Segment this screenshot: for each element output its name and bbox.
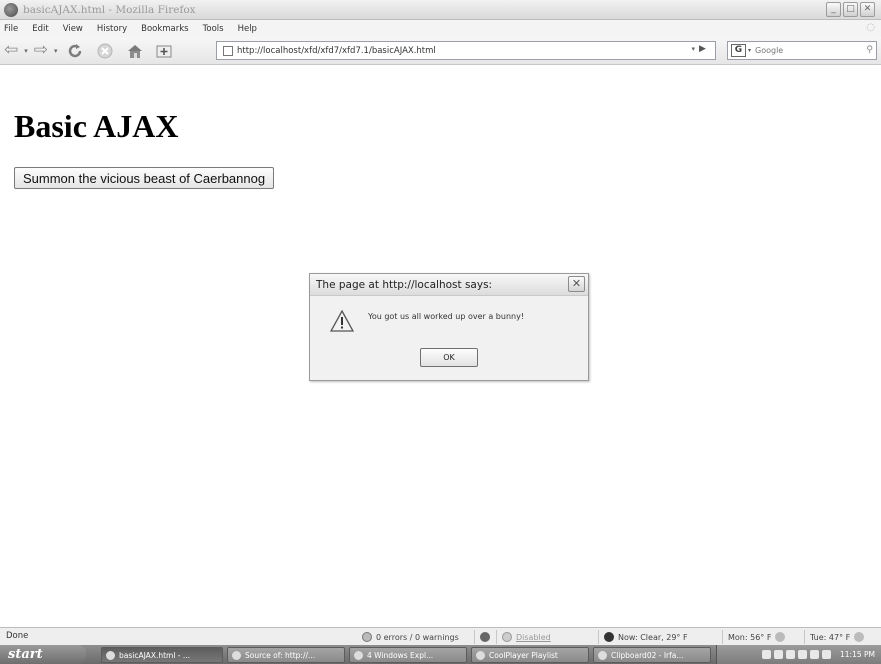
menu-history[interactable]: History bbox=[97, 24, 127, 34]
forecast-tue-text: Tue: 47° F bbox=[810, 632, 851, 642]
firefox-icon bbox=[232, 650, 241, 660]
addon-status[interactable]: Disabled bbox=[496, 630, 598, 644]
menu-bookmarks[interactable]: Bookmarks bbox=[141, 24, 189, 34]
taskbar-item-source[interactable]: Source of: http://... bbox=[227, 647, 345, 663]
forecast-tue[interactable]: Tue: 47° F bbox=[804, 630, 881, 644]
google-engine-icon[interactable]: G bbox=[731, 44, 746, 57]
weather-moon-icon bbox=[604, 632, 614, 642]
tool-icon bbox=[480, 632, 490, 642]
taskbar-item-coolplayer[interactable]: CoolPlayer Playlist bbox=[471, 647, 589, 663]
forecast-mon-text: Mon: 56° F bbox=[728, 632, 772, 642]
forward-dropdown-icon[interactable]: ▾ bbox=[54, 47, 58, 55]
url-history-dropdown-icon[interactable]: ▾ bbox=[691, 45, 695, 53]
cloud-icon bbox=[775, 632, 786, 642]
minimize-button[interactable]: _ bbox=[826, 2, 841, 17]
alert-body: You got us all worked up over a bunny! O… bbox=[310, 296, 588, 381]
title-bar: basicAJAX.html - Mozilla Firefox _ □ ✕ bbox=[0, 0, 881, 20]
summon-beast-button[interactable]: Summon the vicious beast of Caerbannog bbox=[14, 167, 275, 189]
alert-dialog: The page at http://localhost says: ✕ You… bbox=[309, 273, 589, 381]
status-tool-icon[interactable] bbox=[474, 630, 496, 644]
gear-icon bbox=[502, 632, 512, 642]
menu-tools[interactable]: Tools bbox=[203, 24, 224, 34]
new-tab-icon[interactable] bbox=[154, 41, 176, 61]
alert-close-button[interactable]: ✕ bbox=[568, 276, 585, 292]
tray-icon[interactable] bbox=[810, 650, 819, 659]
player-icon bbox=[476, 650, 485, 660]
task-label: Clipboard02 - Irfa... bbox=[611, 650, 684, 660]
navigation-toolbar: ⇦ ▾ ⇨ ▾ http://localhost/xfd/xfd7/xfd7.1… bbox=[0, 37, 881, 65]
error-console-status[interactable]: 0 errors / 0 warnings bbox=[357, 630, 473, 644]
status-text: Done bbox=[6, 631, 29, 641]
window-controls: _ □ ✕ bbox=[826, 2, 875, 17]
firefox-icon bbox=[4, 2, 18, 17]
stop-icon[interactable] bbox=[94, 41, 116, 61]
forecast-mon[interactable]: Mon: 56° F bbox=[722, 630, 804, 644]
maximize-button[interactable]: □ bbox=[843, 2, 858, 17]
alert-message: You got us all worked up over a bunny! bbox=[368, 312, 525, 321]
task-label: Source of: http://... bbox=[245, 650, 316, 660]
taskbar-item-explorer[interactable]: 4 Windows Expl... bbox=[349, 647, 467, 663]
tray-icon[interactable] bbox=[798, 650, 807, 659]
page-heading: Basic AJAX bbox=[14, 108, 179, 144]
tray-icon[interactable] bbox=[762, 650, 771, 659]
start-label: start bbox=[8, 647, 43, 662]
tray-icon[interactable] bbox=[786, 650, 795, 659]
forward-arrow-icon[interactable]: ⇨ bbox=[34, 42, 48, 59]
warning-icon bbox=[330, 310, 354, 332]
menu-bar: File Edit View History Bookmarks Tools H… bbox=[0, 20, 881, 37]
address-bar[interactable]: http://localhost/xfd/xfd7/xfd7.1/basicAJ… bbox=[216, 41, 716, 60]
weather-now-text: Now: Clear, 29° F bbox=[618, 632, 688, 642]
cloud-icon bbox=[854, 632, 865, 642]
url-text[interactable]: http://localhost/xfd/xfd7/xfd7.1/basicAJ… bbox=[237, 46, 436, 56]
clock: 11:15 PM bbox=[840, 650, 875, 659]
ok-button[interactable]: OK bbox=[420, 348, 478, 367]
taskbar: start basicAJAX.html - ... Source of: ht… bbox=[0, 645, 881, 664]
status-bar: Done 0 errors / 0 warnings Disabled Now:… bbox=[0, 627, 881, 645]
close-window-button[interactable]: ✕ bbox=[860, 2, 875, 17]
check-icon bbox=[362, 632, 372, 642]
search-bar[interactable]: G ▾ ⚲ bbox=[727, 41, 877, 60]
alert-titlebar: The page at http://localhost says: ✕ bbox=[310, 274, 588, 296]
volume-icon[interactable] bbox=[822, 650, 831, 659]
page-favicon-icon bbox=[223, 45, 233, 56]
taskbar-item-irfanview[interactable]: Clipboard02 - Irfa... bbox=[593, 647, 711, 663]
throbber-icon: ◌ bbox=[866, 22, 875, 33]
alert-title: The page at http://localhost says: bbox=[316, 278, 493, 291]
engine-dropdown-icon[interactable]: ▾ bbox=[748, 47, 751, 54]
disabled-label: Disabled bbox=[516, 632, 551, 642]
irfanview-icon bbox=[598, 650, 607, 660]
taskbar-item-firefox[interactable]: basicAJAX.html - ... bbox=[101, 647, 223, 663]
reload-icon[interactable] bbox=[64, 41, 86, 61]
back-arrow-icon[interactable]: ⇦ bbox=[4, 42, 18, 59]
window-title: basicAJAX.html - Mozilla Firefox bbox=[23, 3, 196, 16]
menu-edit[interactable]: Edit bbox=[32, 24, 48, 34]
go-arrow-icon[interactable]: ▶ bbox=[699, 44, 713, 57]
task-label: 4 Windows Expl... bbox=[367, 650, 434, 660]
menu-view[interactable]: View bbox=[63, 24, 83, 34]
back-dropdown-icon[interactable]: ▾ bbox=[24, 47, 28, 55]
weather-now[interactable]: Now: Clear, 29° F bbox=[598, 630, 722, 644]
search-input[interactable] bbox=[755, 46, 856, 55]
folder-icon bbox=[354, 650, 363, 660]
task-label: basicAJAX.html - ... bbox=[119, 650, 191, 660]
firefox-icon bbox=[106, 650, 115, 660]
tray-icon[interactable] bbox=[774, 650, 783, 659]
system-tray: 11:15 PM bbox=[716, 645, 881, 664]
home-icon[interactable] bbox=[124, 41, 146, 61]
task-label: CoolPlayer Playlist bbox=[489, 650, 558, 660]
errors-count: 0 errors / 0 warnings bbox=[376, 632, 459, 642]
search-icon[interactable]: ⚲ bbox=[866, 45, 873, 55]
start-button[interactable]: start bbox=[0, 645, 86, 664]
menu-file[interactable]: File bbox=[4, 24, 18, 34]
menu-help[interactable]: Help bbox=[238, 24, 257, 34]
